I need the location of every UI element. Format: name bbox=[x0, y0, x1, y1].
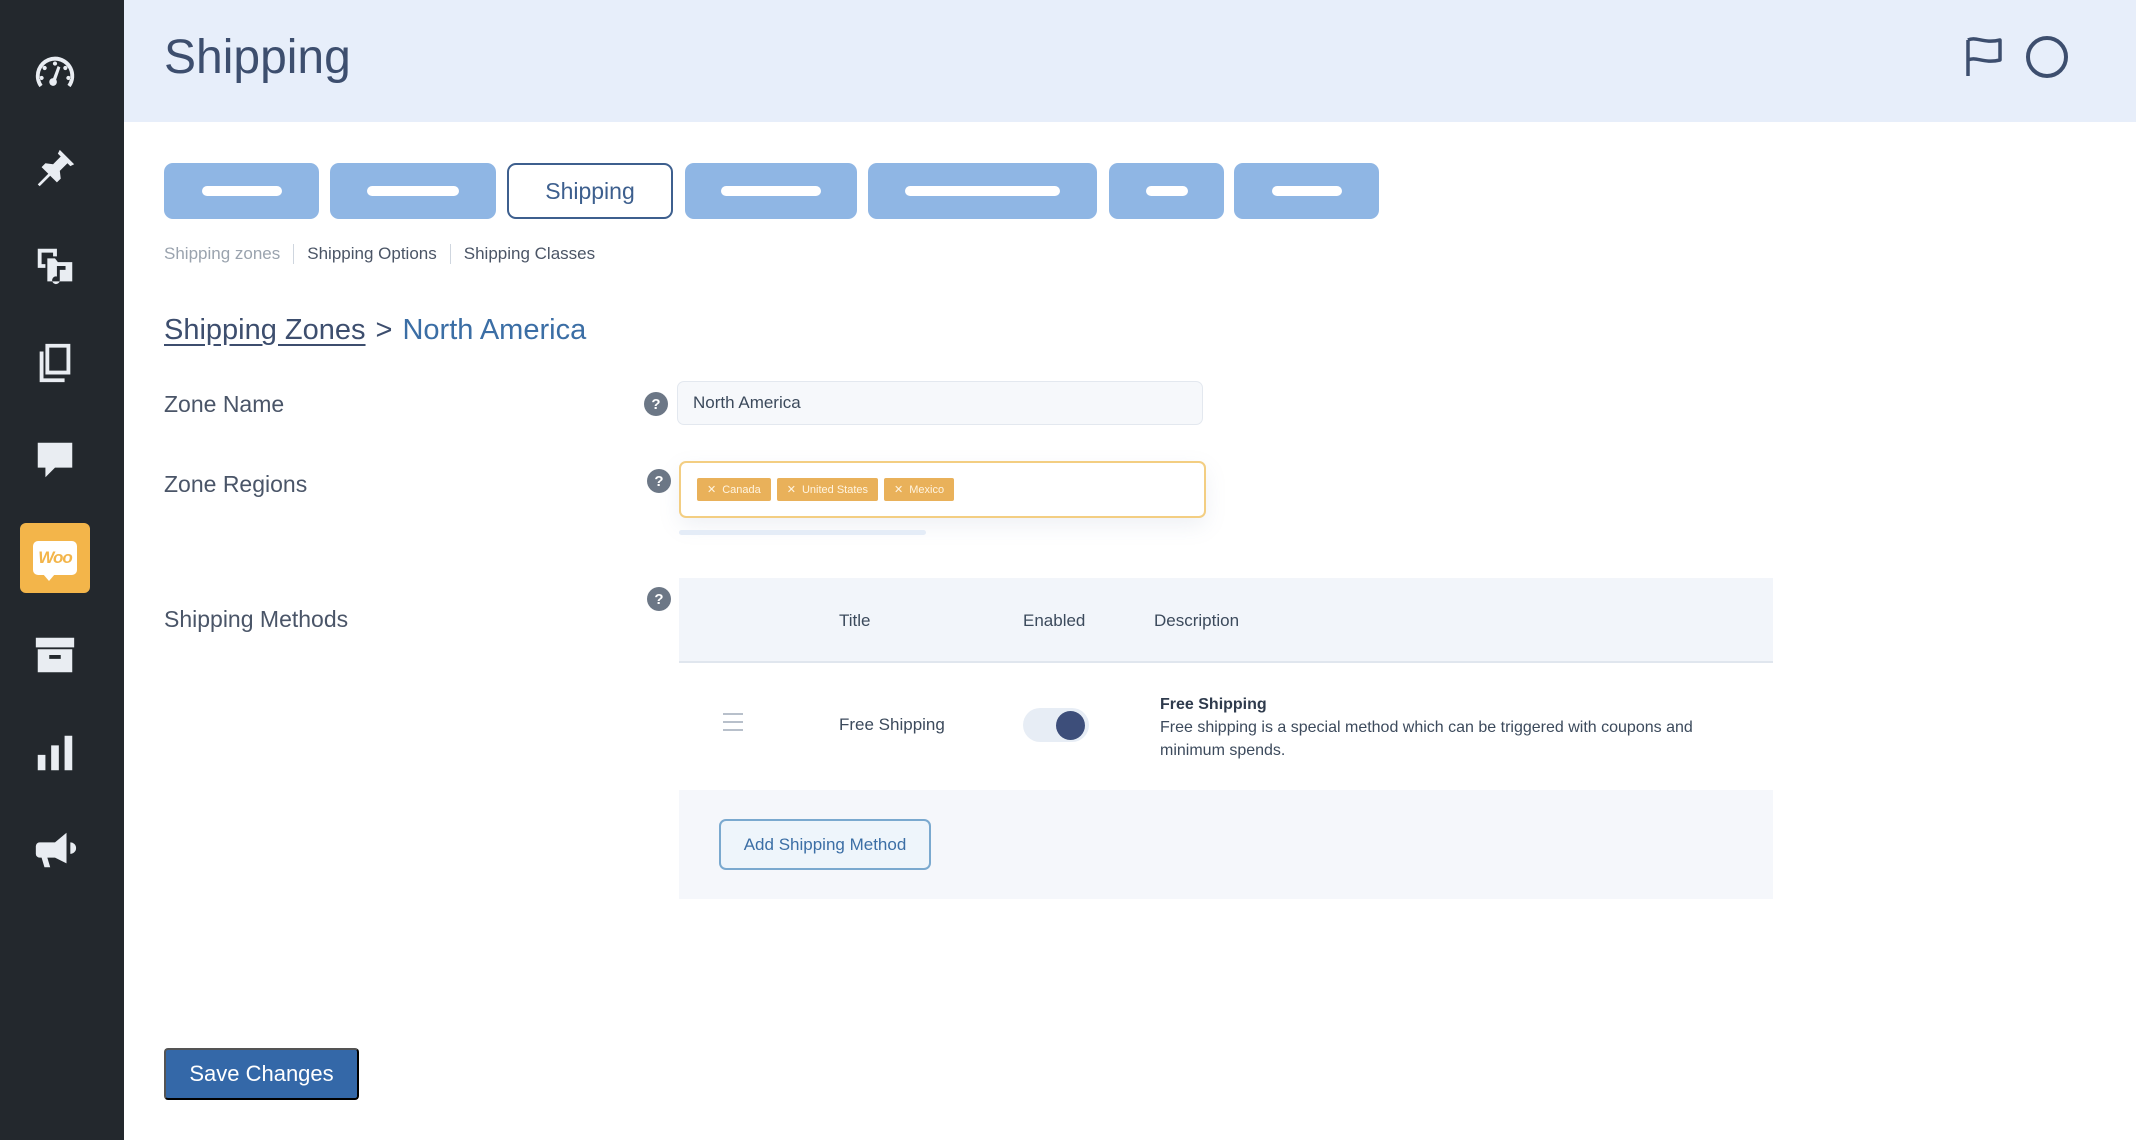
tab-placeholder bbox=[367, 186, 459, 196]
admin-sidebar: Woo bbox=[0, 0, 124, 1140]
region-chip-united-states[interactable]: ✕ United States bbox=[776, 478, 879, 501]
tab-emails[interactable] bbox=[1109, 163, 1224, 219]
remove-icon[interactable]: ✕ bbox=[894, 483, 903, 496]
flag-icon[interactable] bbox=[1964, 36, 2004, 78]
table-row: Free Shipping Free Shipping Free shippin… bbox=[679, 663, 1773, 790]
page-title: Shipping bbox=[164, 31, 351, 84]
zone-regions-label: Zone Regions bbox=[164, 471, 308, 497]
help-circle-icon[interactable] bbox=[2026, 36, 2068, 78]
zone-name-help-icon[interactable]: ? bbox=[644, 392, 668, 416]
marketing-icon[interactable] bbox=[20, 815, 90, 885]
column-enabled: Enabled bbox=[1023, 611, 1086, 630]
table-header: Title Enabled Description bbox=[679, 578, 1773, 663]
zone-regions-help-icon[interactable]: ? bbox=[647, 469, 671, 493]
method-title[interactable]: Free Shipping bbox=[839, 715, 945, 735]
breadcrumb: Shipping Zones > North America bbox=[164, 314, 586, 347]
woocommerce-logo: Woo bbox=[33, 541, 77, 581]
table-footer: Add Shipping Method bbox=[679, 790, 1773, 899]
tab-general[interactable] bbox=[164, 163, 319, 219]
zone-name-label: Zone Name bbox=[164, 391, 285, 417]
tab-shipping[interactable]: Shipping bbox=[507, 163, 673, 219]
zone-name-input[interactable]: North America bbox=[677, 381, 1203, 425]
tab-placeholder bbox=[1145, 186, 1188, 196]
method-description-title: Free Shipping bbox=[1160, 696, 1267, 713]
tab-shipping-label: Shipping bbox=[545, 177, 635, 204]
shipping-methods-help-icon[interactable]: ? bbox=[647, 587, 671, 611]
pages-icon[interactable] bbox=[20, 328, 90, 398]
pin-icon[interactable] bbox=[20, 134, 90, 204]
shipping-methods-label: Shipping Methods bbox=[164, 606, 349, 632]
column-title: Title bbox=[839, 611, 871, 630]
tab-advanced[interactable] bbox=[1234, 163, 1379, 219]
tab-products[interactable] bbox=[330, 163, 496, 219]
subnav-divider bbox=[449, 244, 451, 264]
add-shipping-method-button[interactable]: Add Shipping Method bbox=[719, 819, 931, 870]
analytics-icon[interactable] bbox=[20, 718, 90, 788]
region-chip-canada[interactable]: ✕ Canada bbox=[697, 478, 771, 501]
subnav-shipping-options[interactable]: Shipping Options bbox=[307, 244, 436, 264]
tab-payments[interactable] bbox=[685, 163, 857, 219]
archive-icon[interactable] bbox=[20, 620, 90, 690]
regions-loading-bar bbox=[679, 530, 926, 535]
shipping-subnav: Shipping zones Shipping Options Shipping… bbox=[164, 244, 595, 264]
region-chip-mexico[interactable]: ✕ Mexico bbox=[884, 478, 955, 501]
method-enabled-toggle[interactable] bbox=[1023, 708, 1089, 742]
drag-handle-icon[interactable] bbox=[723, 713, 743, 737]
region-chip-label: United States bbox=[801, 483, 869, 496]
region-chip-label: Mexico bbox=[909, 483, 945, 496]
breadcrumb-shipping-zones-link[interactable]: Shipping Zones bbox=[164, 314, 366, 347]
tab-placeholder bbox=[905, 186, 1060, 196]
zone-regions-input[interactable]: ✕ Canada ✕ United States ✕ Mexico bbox=[679, 461, 1206, 518]
tab-placeholder bbox=[201, 186, 282, 196]
region-chip-label: Canada bbox=[722, 483, 761, 496]
method-description: Free Shipping Free shipping is a special… bbox=[1160, 693, 1740, 762]
comments-icon[interactable] bbox=[20, 425, 90, 495]
subnav-divider bbox=[293, 244, 295, 264]
breadcrumb-separator: > bbox=[375, 314, 393, 346]
tab-placeholder bbox=[1271, 186, 1342, 196]
subnav-shipping-classes[interactable]: Shipping Classes bbox=[464, 244, 595, 264]
page-header: Shipping bbox=[124, 0, 2136, 122]
shipping-methods-table: Title Enabled Description Free Shipping … bbox=[679, 578, 1773, 899]
tab-placeholder bbox=[721, 186, 821, 196]
subnav-shipping-zones[interactable]: Shipping zones bbox=[164, 244, 280, 264]
dashboard-icon[interactable] bbox=[20, 37, 90, 107]
toggle-knob bbox=[1056, 711, 1085, 740]
tab-accounts[interactable] bbox=[868, 163, 1097, 219]
breadcrumb-current: North America bbox=[402, 314, 587, 346]
save-changes-button[interactable]: Save Changes bbox=[164, 1048, 359, 1100]
method-description-text: Free shipping is a special method which … bbox=[1160, 719, 1693, 759]
remove-icon[interactable]: ✕ bbox=[707, 483, 716, 496]
woocommerce-icon[interactable]: Woo bbox=[20, 523, 90, 593]
column-description: Description bbox=[1154, 611, 1240, 630]
media-icon[interactable] bbox=[20, 231, 90, 301]
remove-icon[interactable]: ✕ bbox=[787, 483, 796, 496]
